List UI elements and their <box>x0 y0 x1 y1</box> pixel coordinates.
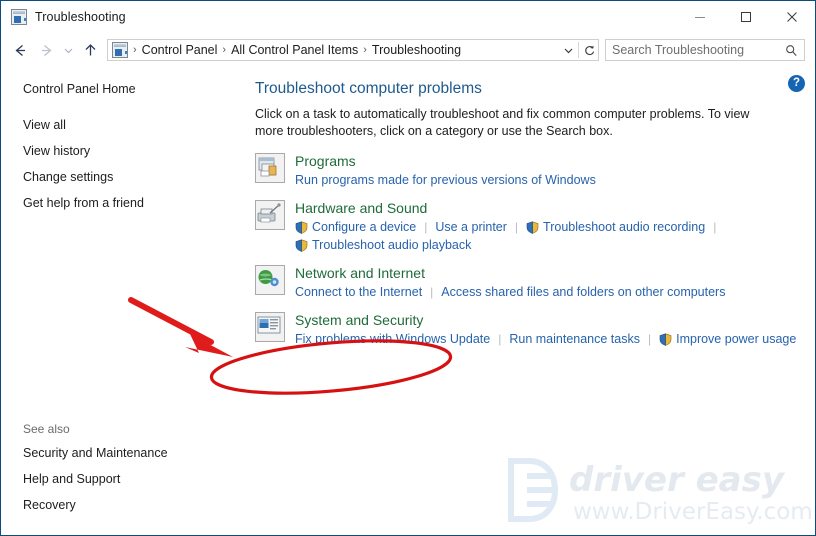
address-bar[interactable]: › Control Panel › All Control Panel Item… <box>107 39 599 61</box>
help-button[interactable]: ? <box>788 75 805 92</box>
programs-icon <box>255 153 285 183</box>
link-separator: | <box>498 332 502 346</box>
breadcrumb-item-troubleshooting[interactable]: Troubleshooting <box>369 43 464 57</box>
sidebar-item-recovery[interactable]: Recovery <box>1 492 237 518</box>
address-divider <box>578 42 579 58</box>
hardware-sound-icon <box>255 200 285 230</box>
sidebar-item-help-and-support[interactable]: Help and Support <box>1 466 237 492</box>
category-body: Programs Run programs made for previous … <box>295 152 801 189</box>
breadcrumb-item-control-panel[interactable]: Control Panel <box>139 43 221 57</box>
network-internet-icon <box>255 265 285 295</box>
breadcrumb: › Control Panel › All Control Panel Item… <box>131 43 559 57</box>
close-button[interactable] <box>769 1 815 33</box>
link-use-a-printer[interactable]: Use a printer <box>435 218 507 236</box>
page-title: Troubleshoot computer problems <box>255 80 482 97</box>
link-separator: | <box>424 220 428 234</box>
breadcrumb-separator: › <box>222 44 227 56</box>
page-description: Click on a task to automatically trouble… <box>255 107 750 138</box>
refresh-icon[interactable] <box>580 40 598 60</box>
address-control-panel-icon <box>112 42 128 58</box>
link-improve-power-usage[interactable]: Improve power usage <box>659 330 796 348</box>
sidebar-item-view-all[interactable]: View all <box>1 112 237 138</box>
up-button[interactable] <box>77 37 103 63</box>
category-body: Network and Internet Connect to the Inte… <box>295 264 801 301</box>
category-links: Fix problems with Windows Update | Run m… <box>295 330 801 348</box>
back-button[interactable] <box>7 37 33 63</box>
address-bar-actions <box>559 40 598 60</box>
category-programs: Programs Run programs made for previous … <box>255 152 801 189</box>
sidebar-item-view-history[interactable]: View history <box>1 138 237 164</box>
uac-shield-icon <box>295 220 308 234</box>
link-separator: | <box>713 220 717 234</box>
category-body: System and Security Fix problems with Wi… <box>295 311 801 348</box>
link-troubleshoot-audio-playback[interactable]: Troubleshoot audio playback <box>295 236 471 254</box>
category-links: Run programs made for previous versions … <box>295 171 801 189</box>
navigation-bar: › Control Panel › All Control Panel Item… <box>1 34 815 66</box>
uac-shield-icon <box>659 332 672 346</box>
sidebar-item-get-help-from-a-friend[interactable]: Get help from a friend <box>1 190 237 216</box>
troubleshooting-window: Troubleshooting › Control Panel › All Co… <box>0 0 816 536</box>
uac-shield-icon <box>526 220 539 234</box>
link-connect-to-the-internet[interactable]: Connect to the Internet <box>295 283 422 301</box>
control-panel-icon <box>11 9 27 25</box>
breadcrumb-separator: › <box>133 44 137 56</box>
forward-button[interactable] <box>33 37 59 63</box>
sidebar-item-control-panel-home[interactable]: Control Panel Home <box>1 76 237 102</box>
uac-shield-icon <box>295 238 308 252</box>
main-panel: ? Troubleshoot computer problems Click o… <box>237 66 815 535</box>
sidebar: Control Panel Home View all View history… <box>1 66 237 535</box>
category-hardware-and-sound: Hardware and Sound Configure a device | … <box>255 199 801 254</box>
search-box[interactable] <box>605 39 805 61</box>
window-title: Troubleshooting <box>35 10 126 24</box>
search-input[interactable] <box>606 41 785 59</box>
category-links: Connect to the Internet | Access shared … <box>295 283 801 301</box>
window-controls <box>677 1 815 33</box>
category-network-and-internet: Network and Internet Connect to the Inte… <box>255 264 801 301</box>
link-run-maintenance-tasks[interactable]: Run maintenance tasks <box>509 330 640 348</box>
category-title-programs[interactable]: Programs <box>295 152 801 170</box>
link-run-programs-previous-versions[interactable]: Run programs made for previous versions … <box>295 171 596 189</box>
breadcrumb-item-all-control-panel-items[interactable]: All Control Panel Items <box>228 43 361 57</box>
category-body: Hardware and Sound Configure a device | … <box>295 199 801 254</box>
minimize-button[interactable] <box>677 1 723 33</box>
link-fix-problems-with-windows-update[interactable]: Fix problems with Windows Update <box>295 330 490 348</box>
category-links: Configure a device | Use a printer | Tro… <box>295 218 801 254</box>
category-title-network-and-internet[interactable]: Network and Internet <box>295 264 801 282</box>
search-icon[interactable] <box>785 44 798 57</box>
link-separator: | <box>647 332 652 346</box>
breadcrumb-separator: › <box>363 44 367 56</box>
content-area: Control Panel Home View all View history… <box>1 66 815 535</box>
link-separator: | <box>430 285 434 299</box>
link-troubleshoot-audio-recording[interactable]: Troubleshoot audio recording <box>526 218 705 236</box>
sidebar-item-security-and-maintenance[interactable]: Security and Maintenance <box>1 440 237 466</box>
address-chevron-down-icon[interactable] <box>559 40 577 60</box>
link-configure-a-device[interactable]: Configure a device <box>295 218 416 236</box>
title-bar: Troubleshooting <box>1 1 815 34</box>
see-also-section: See also Security and Maintenance Help a… <box>1 418 237 518</box>
recent-locations-chevron-down-icon[interactable] <box>59 37 77 63</box>
maximize-button[interactable] <box>723 1 769 33</box>
see-also-label: See also <box>23 422 70 436</box>
link-separator: | <box>514 220 519 234</box>
category-system-and-security: System and Security Fix problems with Wi… <box>255 311 801 348</box>
link-access-shared-files-and-folders[interactable]: Access shared files and folders on other… <box>441 283 725 301</box>
sidebar-item-change-settings[interactable]: Change settings <box>1 164 237 190</box>
category-title-system-and-security[interactable]: System and Security <box>295 311 801 329</box>
category-title-hardware-and-sound[interactable]: Hardware and Sound <box>295 199 801 217</box>
system-security-icon <box>255 312 285 342</box>
